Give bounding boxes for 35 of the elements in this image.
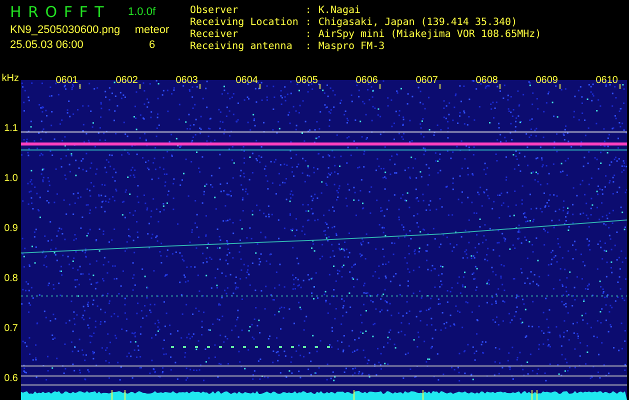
- info-separator: :: [305, 5, 312, 17]
- time-label: 0610: [596, 75, 618, 86]
- info-separator: :: [305, 29, 312, 41]
- time-label: 0608: [476, 75, 498, 86]
- time-label: 0607: [416, 75, 438, 86]
- info-separator: :: [305, 17, 312, 29]
- info-label: Observer: [190, 5, 240, 17]
- app-title: H R O F F T: [10, 3, 106, 21]
- unit-label: kHz: [2, 74, 19, 84]
- time-label: 0601: [56, 75, 78, 86]
- time-label: 0602: [116, 75, 138, 86]
- info-label: Receiver: [190, 29, 240, 41]
- filename-label: KN9_2505030600.png: [10, 24, 122, 36]
- info-value: Chigasaki, Japan (139.414 35.340): [318, 17, 518, 29]
- axis-label: 0.8: [4, 274, 18, 284]
- version-label: 1.0.0f: [127, 6, 157, 18]
- time-label: 0609: [536, 75, 558, 86]
- info-value: AirSpy mini (Miakejima VOR 108.65MHz): [318, 29, 542, 41]
- time-label: 0606: [356, 75, 378, 86]
- axis-label: 0.6: [4, 374, 18, 384]
- info-label: Receiving Location: [190, 17, 298, 29]
- count-label: 6: [148, 39, 156, 51]
- time-label: 0604: [236, 75, 258, 86]
- info-separator: :: [305, 41, 312, 53]
- time-label: 0603: [176, 75, 198, 86]
- info-value: K.Nagai: [318, 5, 362, 17]
- axis-label: 0.9: [4, 224, 18, 234]
- time-label: 0605: [296, 75, 318, 86]
- axis-label: 1.1: [4, 124, 18, 134]
- timestamp-label: 25.05.03 06:00: [10, 39, 84, 51]
- mode-label: meteor: [134, 24, 170, 36]
- info-value: Maspro FM-3: [318, 41, 386, 53]
- info-label: Receiving antenna: [190, 41, 294, 53]
- axis-label: 1.0: [4, 174, 18, 184]
- axis-label: 0.7: [4, 324, 18, 334]
